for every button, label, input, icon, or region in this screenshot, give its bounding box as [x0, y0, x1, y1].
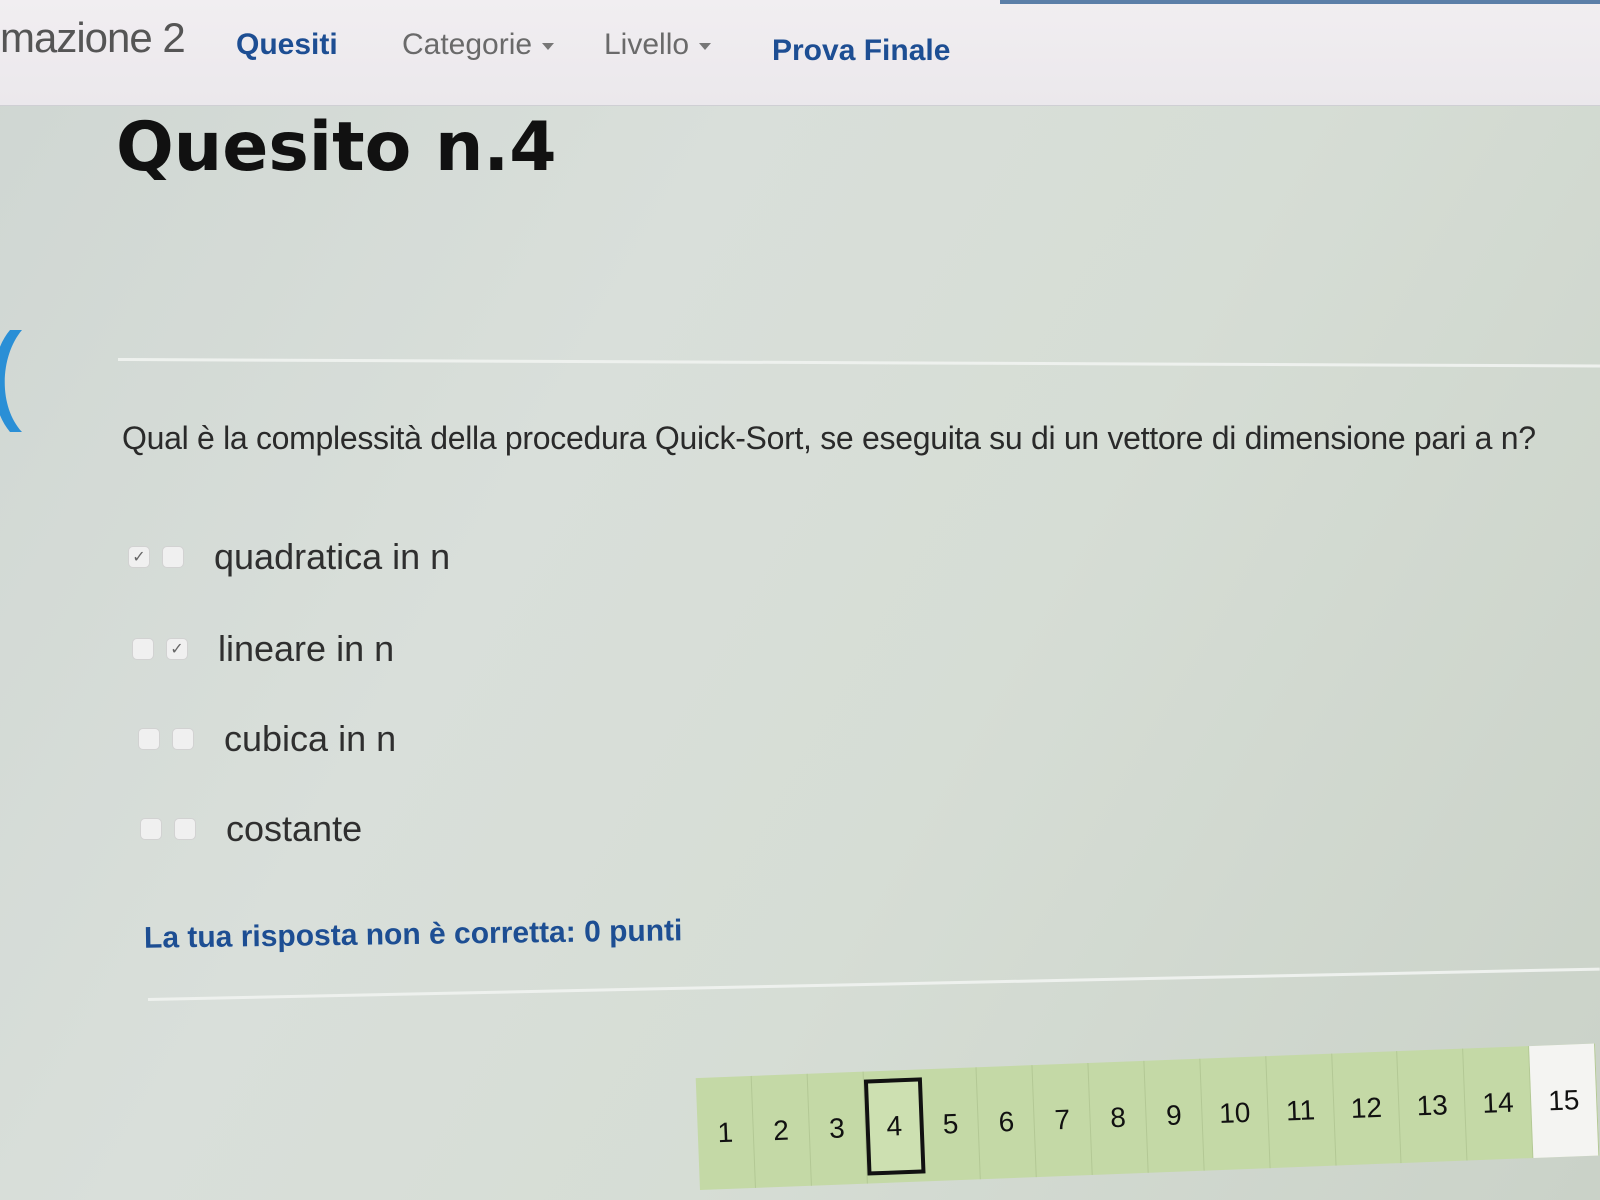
page-link-13[interactable]: 13	[1397, 1048, 1468, 1164]
page-link-7[interactable]: 7	[1032, 1062, 1093, 1178]
caret-down-icon	[542, 42, 555, 50]
caret-down-icon	[699, 42, 712, 50]
divider	[147, 967, 1600, 1001]
page-link-15[interactable]: 15	[1529, 1043, 1600, 1158]
given-answer-checkbox	[140, 818, 162, 840]
page-link-1[interactable]: 1	[695, 1075, 756, 1190]
brand-title[interactable]: mazione 2	[0, 14, 186, 62]
given-answer-checkbox	[132, 638, 154, 660]
nav-livello-label: Livello	[604, 28, 690, 61]
question-text: Qual è la complessità della procedura Qu…	[122, 420, 1536, 456]
page-link-3[interactable]: 3	[807, 1071, 868, 1186]
nav-categorie-label: Categorie	[402, 28, 533, 61]
correct-answer-checkbox	[172, 728, 194, 750]
checkmark-icon: ✓	[170, 641, 184, 658]
option-label: lineare in n	[218, 628, 395, 669]
page-link-2[interactable]: 2	[751, 1073, 812, 1188]
page-link-11[interactable]: 11	[1266, 1053, 1337, 1169]
page-title: Quesito n.4	[116, 108, 557, 187]
page-link-current[interactable]: 4	[863, 1077, 926, 1176]
checkmark-icon: ✓	[132, 549, 146, 566]
correct-answer-checkbox: ✓	[166, 638, 188, 660]
given-answer-checkbox: ✓	[128, 546, 150, 568]
correct-answer-checkbox	[174, 818, 196, 840]
page-link-9[interactable]: 9	[1144, 1058, 1205, 1173]
navbar-accent-line	[1000, 0, 1600, 4]
result-feedback: La tua risposta non è corretta: 0 punti	[143, 914, 683, 955]
page-link-12[interactable]: 12	[1331, 1051, 1402, 1166]
page-link-5[interactable]: 5	[921, 1067, 982, 1182]
divider	[117, 358, 1600, 368]
chevron-left-icon[interactable]	[0, 326, 30, 436]
nav-prova-finale[interactable]: Prova Finale	[772, 34, 950, 68]
nav-categorie-dropdown[interactable]: Categorie	[402, 28, 555, 62]
correct-answer-checkbox	[162, 546, 184, 568]
answer-option: ✓ quadratica in n	[128, 536, 450, 578]
answer-option: ✓ lineare in n	[132, 628, 394, 670]
nav-livello-dropdown[interactable]: Livello	[604, 28, 712, 62]
nav-quesiti[interactable]: Quesiti	[236, 28, 338, 62]
top-navbar: mazione 2 Quesiti Categorie Livello Prov…	[0, 0, 1600, 106]
page-link-6[interactable]: 6	[976, 1065, 1038, 1180]
page-link-14[interactable]: 14	[1463, 1046, 1534, 1161]
option-label: costante	[226, 808, 363, 849]
option-label: cubica in n	[224, 718, 397, 759]
page-link-10[interactable]: 10	[1200, 1056, 1271, 1171]
page-link-8[interactable]: 8	[1088, 1060, 1149, 1175]
option-label: quadratica in n	[214, 536, 451, 577]
answer-option: cubica in n	[138, 718, 396, 760]
given-answer-checkbox	[138, 728, 160, 750]
answer-option: costante	[140, 808, 362, 850]
question-pagination: 1 2 3 4 5 6 7 8 9 10 11 12 13 14 15	[695, 1043, 1600, 1190]
